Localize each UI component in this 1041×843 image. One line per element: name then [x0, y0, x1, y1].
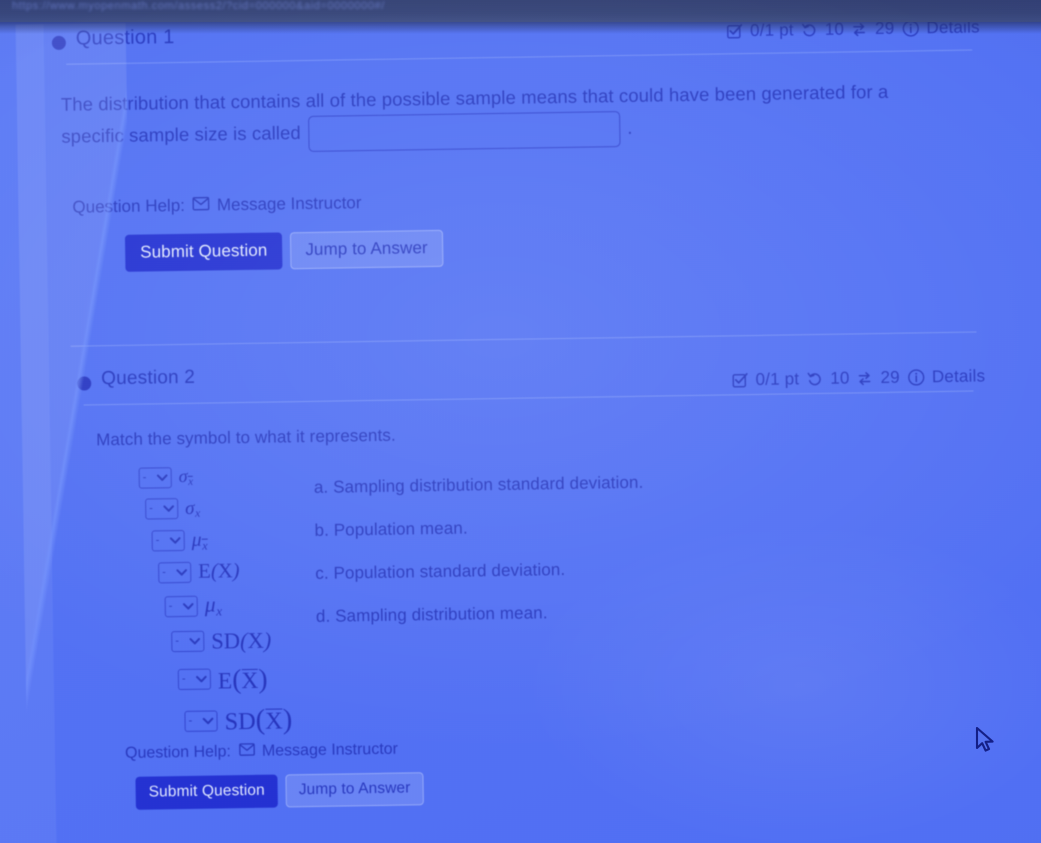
match-select-value: -	[175, 635, 180, 648]
match-row: - μx	[151, 527, 290, 553]
chevron-down-icon	[202, 716, 214, 725]
browser-window: Question 1 0/1 pt	[0, 0, 1041, 843]
jump-to-answer-button-2[interactable]: Jump to Answer	[285, 772, 424, 808]
chevron-down-icon	[176, 568, 187, 577]
match-select-sigma-x[interactable]: -	[145, 498, 179, 521]
question-1-prompt-period: .	[627, 116, 633, 138]
match-select-mu-x[interactable]: -	[164, 595, 198, 618]
match-select-value: -	[168, 600, 173, 613]
match-select-value: -	[188, 714, 193, 727]
match-option-3: d. Sampling distribution mean.	[315, 603, 548, 627]
match-select-value: -	[162, 566, 166, 579]
retry-icon	[806, 370, 823, 387]
screen-bezel-edge	[15, 22, 139, 843]
symbol-sigma-x: σx	[185, 497, 201, 520]
match-select-sd-of-x[interactable]: -	[171, 630, 205, 653]
question-2-prompt-text: Match the symbol to what it represents.	[95, 425, 396, 450]
match-select-sd-of-xbar[interactable]: -	[184, 710, 218, 732]
match-select-sigma-xbar[interactable]: -	[138, 467, 172, 489]
match-select-value: -	[181, 673, 186, 686]
match-select-value: -	[142, 471, 147, 484]
match-row: - SD(X)	[171, 627, 291, 655]
question-2-prompt: Match the symbol to what it represents.	[58, 412, 1041, 454]
question-2-block: Question 2 0/1 pt 10 29 Details Match th…	[57, 349, 1041, 811]
symbol-mu-xbar: μx	[191, 528, 208, 553]
match-option-1: b. Population mean.	[314, 518, 468, 541]
match-select-e-of-xbar[interactable]: -	[177, 668, 212, 691]
versions-count: 29	[880, 367, 901, 388]
match-row: - μx	[164, 591, 291, 620]
question-1-help-row: Question Help: Message Instructor	[54, 182, 1041, 218]
assessment-content: Question 1 0/1 pt	[51, 8, 1041, 843]
question-2-header: Question 2 0/1 pt 10 29 Details	[57, 349, 1041, 405]
symbol-e-of-x: E(X)	[198, 560, 240, 583]
symbol-sigma-xbar: σx	[178, 466, 194, 489]
question-2-meta: 0/1 pt 10 29 Details	[732, 366, 985, 390]
chevron-down-icon	[189, 637, 201, 646]
question-section-divider	[70, 331, 977, 347]
checkbox-icon	[732, 372, 748, 388]
submit-question-button-2[interactable]: Submit Question	[135, 774, 279, 811]
symbol-mu-x: μx	[204, 592, 223, 619]
match-row: - σx	[138, 465, 289, 490]
swap-icon	[856, 370, 873, 387]
match-row: - σx	[145, 496, 289, 521]
question-1-block: Question 1 0/1 pt	[51, 8, 1041, 324]
chevron-down-icon	[163, 505, 174, 514]
chevron-down-icon	[169, 536, 181, 545]
address-bar-text: https://www.myopenmath.com/assess2/?cid=…	[12, 0, 385, 12]
symbol-e-of-xbar: E(X)	[217, 662, 268, 695]
chevron-down-icon	[196, 675, 207, 684]
submit-question-button-1[interactable]: Submit Question	[124, 232, 283, 272]
matching-options-column: a. Sampling distribution standard deviat…	[314, 473, 646, 650]
attempts-count: 10	[830, 368, 850, 388]
message-instructor-link-1[interactable]: Message Instructor	[192, 193, 362, 216]
chevron-down-icon	[182, 602, 194, 611]
info-icon[interactable]	[907, 368, 925, 386]
match-select-mu-xbar[interactable]: -	[151, 530, 185, 552]
details-link[interactable]: Details	[932, 366, 986, 387]
match-select-e-of-x[interactable]: -	[158, 561, 192, 584]
question-1-button-row: Submit Question Jump to Answer	[55, 220, 1041, 273]
match-select-value: -	[149, 502, 153, 515]
symbol-sd-of-x: SD(X)	[211, 627, 272, 654]
message-instructor-label-1[interactable]: Message Instructor	[217, 193, 362, 215]
match-row: - SD(X)	[184, 703, 292, 738]
matching-grid: - σx - σx - μx - E(X) - μx - SD(X) - E(X) - SD(X) a. Sa…	[59, 453, 1041, 769]
symbol-sd-of-xbar: SD(X)	[224, 703, 293, 736]
match-row: - E(X)	[177, 662, 292, 696]
matching-symbols-column: - σx - σx - μx - E(X) - μx - SD(X) - E(X) - SD(X)	[138, 465, 293, 748]
match-select-value: -	[155, 534, 160, 547]
match-row: - E(X)	[158, 559, 290, 584]
chevron-down-icon	[156, 473, 168, 482]
question-1-prompt: The distribution that contains all of th…	[53, 77, 939, 156]
points-label: 0/1 pt	[755, 369, 800, 389]
match-option-0: a. Sampling distribution standard deviat…	[313, 473, 644, 498]
answer-input-1[interactable]	[307, 110, 621, 152]
question-2-button-row: Submit Question Jump to Answer	[63, 763, 1041, 812]
match-option-2: c. Population standard deviation.	[315, 560, 566, 584]
photo-of-screen: Question 1 0/1 pt	[0, 0, 1041, 843]
browser-chrome-bar: https://www.myopenmath.com/assess2/?cid=…	[0, 0, 1041, 22]
chrome-shadow	[0, 22, 1041, 34]
jump-to-answer-button-1[interactable]: Jump to Answer	[290, 229, 443, 269]
envelope-icon	[192, 195, 210, 215]
